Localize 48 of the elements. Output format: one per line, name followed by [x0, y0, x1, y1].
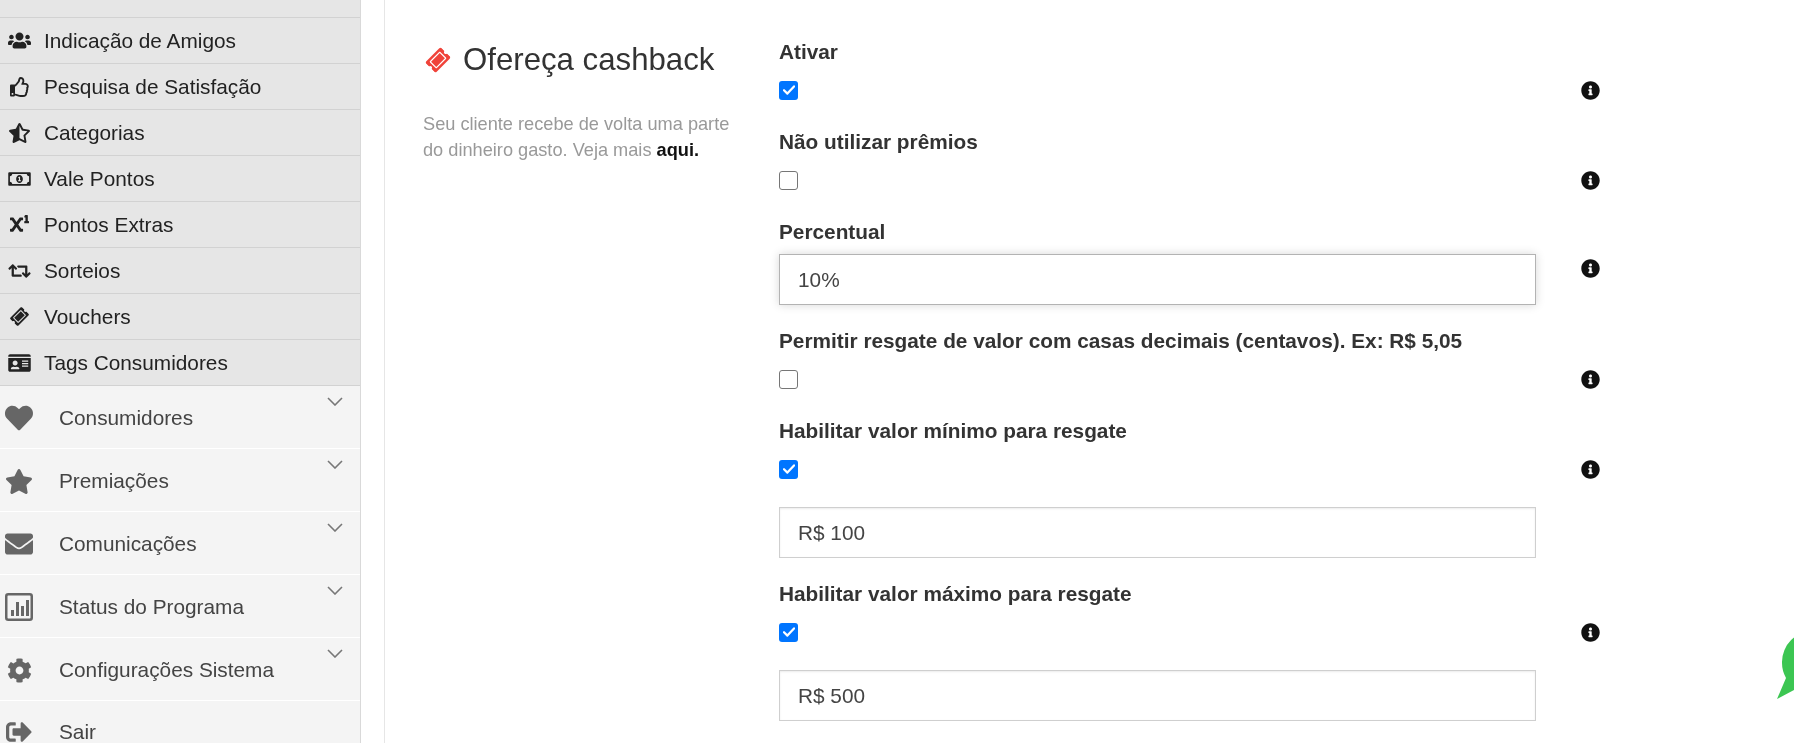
ticket-icon	[423, 45, 453, 75]
half-star-icon	[9, 122, 30, 143]
field-label: Ativar	[779, 40, 839, 64]
checkmark-icon	[782, 627, 795, 637]
menu-item[interactable]: Vale Pontos	[0, 156, 360, 202]
text-field[interactable]: R$ 500	[779, 670, 1536, 721]
menu-item[interactable]: Categorias	[0, 110, 360, 156]
id-card-icon	[8, 352, 31, 373]
menu-item[interactable]: Indicação de Amigos	[0, 18, 360, 64]
checkbox[interactable]	[779, 170, 798, 190]
thumbs-up-icon	[9, 76, 30, 97]
star-icon	[5, 468, 33, 494]
checkbox[interactable]	[779, 369, 798, 389]
section-title: Ofereça cashback	[463, 42, 715, 78]
superscript-icon	[10, 215, 29, 234]
info-icon[interactable]	[1581, 259, 1600, 278]
text-field[interactable]: 10%	[779, 254, 1536, 305]
banknote-icon	[8, 169, 31, 188]
heart-icon	[4, 404, 34, 432]
info-icon[interactable]	[1581, 622, 1600, 642]
text-field[interactable]: R$ 100	[779, 507, 1536, 558]
checkbox[interactable]	[779, 459, 798, 479]
menu-item[interactable]: Sorteios	[0, 248, 360, 294]
info-icon[interactable]	[1581, 80, 1600, 100]
more-info-link[interactable]: aqui.	[656, 140, 699, 160]
settings-icon	[6, 657, 32, 683]
ticket-icon	[8, 305, 31, 328]
repeat-arrows-icon	[8, 261, 31, 280]
checkmark-icon	[782, 85, 795, 95]
field-label: Percentual	[779, 220, 887, 244]
exit-arrow-icon	[6, 719, 32, 743]
menu-item[interactable]: Tags Consumidores	[0, 340, 360, 386]
info-icon[interactable]	[1581, 369, 1600, 389]
menu-item[interactable]: Vouchers	[0, 294, 360, 340]
menu-item[interactable]: Pontos Extras	[0, 202, 360, 248]
checkbox[interactable]	[779, 80, 798, 100]
info-icon[interactable]	[1581, 170, 1600, 190]
field-label: Habilitar valor máximo para resgate	[779, 582, 1133, 606]
users-icon	[8, 31, 31, 50]
section-description: Seu cliente recebe de volta uma parte do dinheiro gasto. Veja mais aqui.	[423, 113, 731, 162]
checkmark-icon	[782, 464, 795, 474]
bar-chart-icon	[5, 593, 33, 621]
field-label: Não utilizar prêmios	[779, 130, 979, 154]
field-label: Permitir resgate de valor com casas decimais (centavos). Ex: R$ 5,05	[779, 329, 1464, 353]
info-icon[interactable]	[1581, 459, 1600, 479]
field-label: Habilitar valor mínimo para resgate	[779, 419, 1128, 443]
menu-item[interactable]: Pesquisa de Satisfação	[0, 64, 360, 110]
checkbox[interactable]	[779, 622, 798, 642]
